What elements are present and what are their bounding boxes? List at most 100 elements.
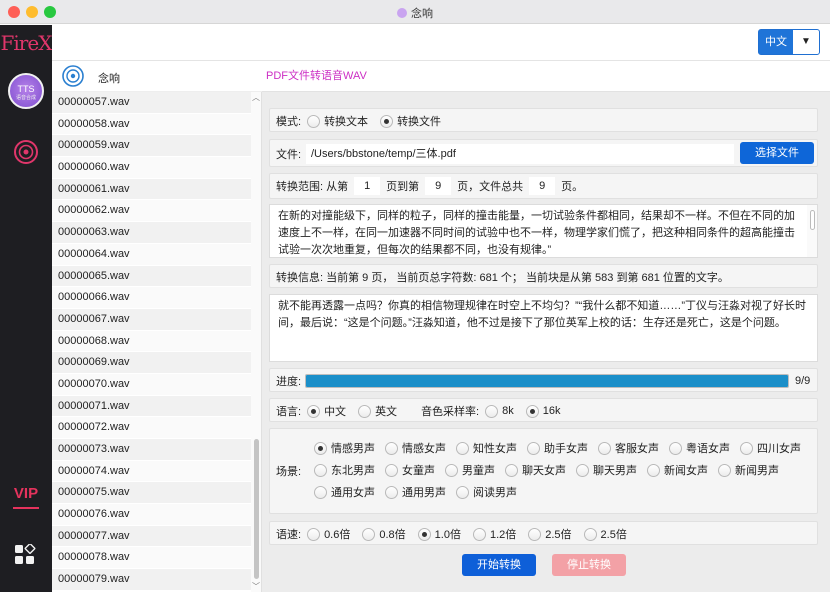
tts-nav-button[interactable]: TTS 语音合成 <box>8 73 44 109</box>
scene-option[interactable]: 情感女声 <box>385 439 446 457</box>
scene-option[interactable]: 通用男声 <box>385 483 446 501</box>
scroll-up-icon[interactable]: ︿ <box>252 92 260 103</box>
radio-icon[interactable] <box>385 441 398 455</box>
list-item[interactable]: 00000059.wav <box>52 135 252 158</box>
radio-icon[interactable] <box>445 463 458 477</box>
list-item[interactable]: 00000057.wav <box>52 92 252 114</box>
radio-icon[interactable] <box>528 527 542 541</box>
scene-option[interactable]: 客服女声 <box>598 439 659 457</box>
list-item[interactable]: 00000068.wav <box>52 330 252 353</box>
apps-grid-icon[interactable] <box>14 544 36 566</box>
language-option-en[interactable]: 英文 <box>358 403 397 419</box>
mode-option-file[interactable]: 转换文件 <box>380 113 441 129</box>
radio-icon[interactable] <box>485 404 499 418</box>
scene-option[interactable]: 粤语女声 <box>669 439 730 457</box>
list-item[interactable]: 00000067.wav <box>52 308 252 331</box>
radio-icon[interactable] <box>472 527 486 541</box>
current-chunk-textarea[interactable]: 就不能再透露一点吗？你真的相信物理规律在时空上不均匀？”“我什么都不知道……”丁… <box>269 294 818 362</box>
scene-option[interactable]: 新闻男声 <box>718 461 779 479</box>
scene-option[interactable]: 聊天男声 <box>576 461 637 479</box>
radio-icon[interactable] <box>527 441 540 455</box>
radio-icon[interactable] <box>576 463 589 477</box>
scene-option[interactable]: 新闻女声 <box>647 461 708 479</box>
radio-selected-icon[interactable] <box>307 404 321 418</box>
page-preview-textarea[interactable]: 在新的对撞能级下，同样的粒子，同样的撞击能量，一切试验条件都相同，结果却不一样。… <box>269 204 818 258</box>
radio-icon[interactable] <box>598 441 611 455</box>
sample-rate-option-8k[interactable]: 8k <box>485 404 514 418</box>
list-item[interactable]: 00000062.wav <box>52 200 252 223</box>
list-item[interactable]: 00000070.wav <box>52 373 252 396</box>
list-item[interactable]: 00000064.wav <box>52 243 252 266</box>
scene-option[interactable]: 阅读男声 <box>456 483 517 501</box>
radio-icon[interactable] <box>358 404 372 418</box>
language-option-zh[interactable]: 中文 <box>307 403 346 419</box>
stop-convert-button[interactable]: 停止转换 <box>552 554 626 576</box>
radio-icon[interactable] <box>647 463 660 477</box>
radio-selected-icon[interactable] <box>314 441 327 455</box>
scene-option[interactable]: 男童声 <box>445 461 495 479</box>
radio-icon[interactable] <box>505 463 518 477</box>
preview-scrollbar[interactable] <box>807 205 817 257</box>
radio-icon[interactable] <box>314 463 327 477</box>
range-total-input[interactable]: 9 <box>529 177 556 195</box>
scene-option[interactable]: 聊天女声 <box>505 461 566 479</box>
file-path-input[interactable]: /Users/bbstone/temp/三体.pdf <box>306 144 734 164</box>
list-item[interactable]: 00000058.wav <box>52 113 252 136</box>
list-item[interactable]: 00000069.wav <box>52 352 252 374</box>
choose-file-button[interactable]: 选择文件 <box>740 142 814 164</box>
list-item[interactable]: 00000074.wav <box>52 460 252 483</box>
radio-selected-icon[interactable] <box>380 114 394 128</box>
radio-icon[interactable] <box>307 527 321 541</box>
radio-icon[interactable] <box>669 441 682 455</box>
radio-icon[interactable] <box>307 114 321 128</box>
radio-icon[interactable] <box>314 485 327 499</box>
list-item[interactable]: 00000079.wav <box>52 569 252 591</box>
radio-icon[interactable] <box>385 485 398 499</box>
disc-icon[interactable] <box>14 140 38 164</box>
radio-icon[interactable] <box>740 441 753 455</box>
ui-language-select[interactable]: 中文 ▼ <box>758 29 820 55</box>
radio-icon[interactable] <box>362 527 376 541</box>
speed-option[interactable]: 2.5倍 <box>583 526 627 542</box>
scene-option[interactable]: 东北男声 <box>314 461 375 479</box>
list-item[interactable]: 00000072.wav <box>52 417 252 439</box>
scene-option[interactable]: 知性女声 <box>456 439 517 457</box>
list-item[interactable]: 00000075.wav <box>52 482 252 505</box>
speed-option[interactable]: 0.6倍 <box>307 526 350 542</box>
sample-rate-option-16k[interactable]: 16k <box>525 404 561 418</box>
scrollbar-thumb[interactable] <box>810 210 815 230</box>
list-item[interactable]: 00000066.wav <box>52 287 252 309</box>
list-item[interactable]: 00000071.wav <box>52 395 252 418</box>
list-item[interactable]: 00000060.wav <box>52 157 252 179</box>
list-item[interactable]: 00000073.wav <box>52 439 252 461</box>
speed-option[interactable]: 2.5倍 <box>528 526 572 542</box>
scene-option[interactable]: 情感男声 <box>314 439 375 457</box>
speed-option[interactable]: 1.2倍 <box>472 526 516 542</box>
radio-icon[interactable] <box>718 463 731 477</box>
scene-option[interactable]: 助手女声 <box>527 439 588 457</box>
file-list-scrollbar[interactable]: ︿ ﹀ <box>251 92 261 592</box>
radio-selected-icon[interactable] <box>417 527 431 541</box>
list-item[interactable]: 00000077.wav <box>52 525 252 548</box>
list-item[interactable]: 00000076.wav <box>52 504 252 526</box>
range-from-input[interactable]: 1 <box>354 177 381 195</box>
radio-icon[interactable] <box>385 463 398 477</box>
scene-option[interactable]: 四川女声 <box>740 439 801 457</box>
radio-icon[interactable] <box>583 527 597 541</box>
list-item[interactable]: 00000063.wav <box>52 222 252 244</box>
list-item[interactable]: 00000078.wav <box>52 547 252 570</box>
scene-option[interactable]: 女童声 <box>385 461 435 479</box>
speed-option[interactable]: 0.8倍 <box>362 526 406 542</box>
speed-option[interactable]: 1.0倍 <box>417 526 461 542</box>
mode-option-text[interactable]: 转换文本 <box>307 113 368 129</box>
radio-selected-icon[interactable] <box>525 404 539 418</box>
radio-icon[interactable] <box>456 441 469 455</box>
start-convert-button[interactable]: 开始转换 <box>462 554 536 576</box>
scene-option[interactable]: 通用女声 <box>314 483 375 501</box>
range-to-input[interactable]: 9 <box>425 177 452 195</box>
scroll-down-icon[interactable]: ﹀ <box>252 581 260 592</box>
vip-button[interactable]: VIP <box>8 485 44 509</box>
list-item[interactable]: 00000065.wav <box>52 265 252 288</box>
list-item[interactable]: 00000061.wav <box>52 178 252 201</box>
scrollbar-thumb[interactable] <box>254 439 259 579</box>
